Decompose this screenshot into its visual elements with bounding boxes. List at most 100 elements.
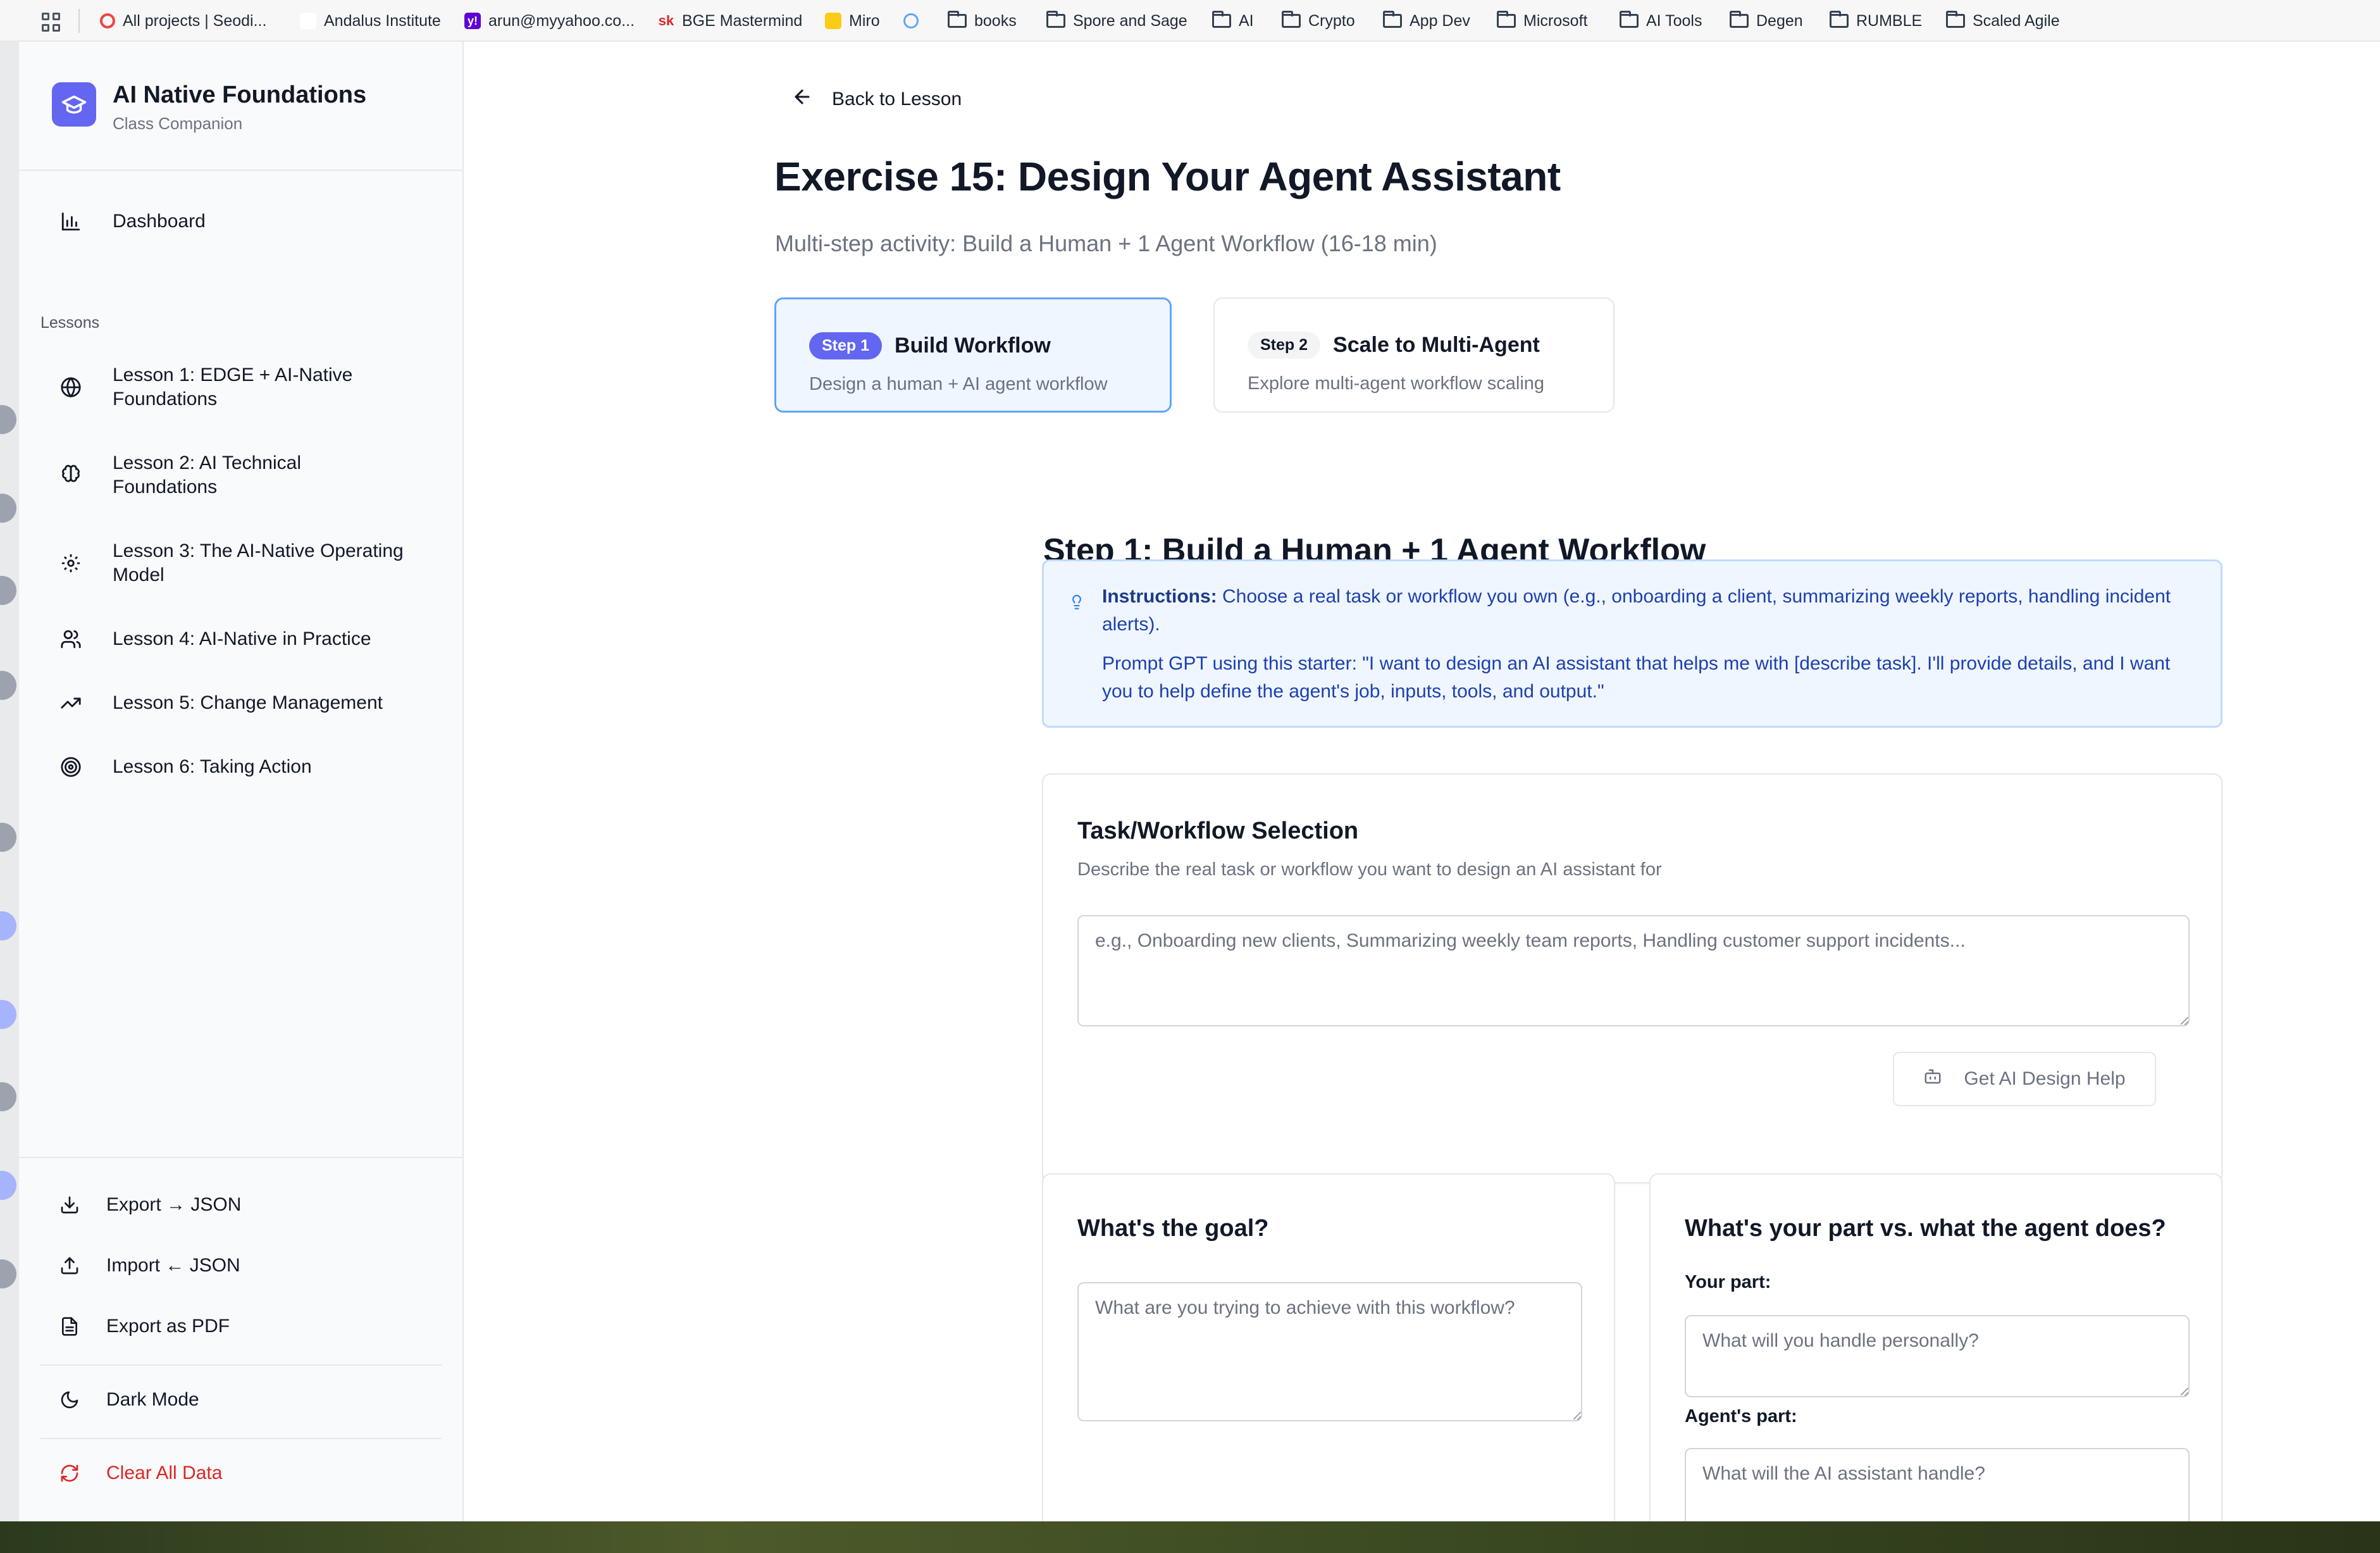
bookmarks-bar: All projects | Seodi... Andalus Institut… xyxy=(0,0,2380,42)
bookmark-seodity[interactable]: All projects | Seodi... xyxy=(100,5,266,37)
folder-icon xyxy=(1497,11,1516,28)
bookmark-label: AI xyxy=(1239,11,1254,30)
bookmark-folder-rumble[interactable]: RUMBLE xyxy=(1830,5,1922,37)
step-tab-1[interactable]: Step 1 Build Workflow Design a human + A… xyxy=(774,297,1172,413)
card-title: Task/Workflow Selection xyxy=(1077,818,1359,844)
bookmark-bge[interactable]: sk BGE Mastermind xyxy=(658,5,803,37)
miro-logo-icon xyxy=(825,13,841,29)
bookmark-label: Andalus Institute xyxy=(324,11,441,30)
bookmark-folder-crypto[interactable]: Crypto xyxy=(1282,5,1355,37)
goal-input[interactable] xyxy=(1077,1282,1582,1421)
bookmark-label: BGE Mastermind xyxy=(682,11,803,30)
sidebar-item-label: Lesson 5: Change Management xyxy=(113,692,383,713)
folder-icon xyxy=(1946,11,1965,28)
import-json-button[interactable]: Import ← JSON xyxy=(57,1253,240,1278)
sidebar-item-lesson-5[interactable]: Lesson 5: Change Management xyxy=(58,690,425,716)
export-json-button[interactable]: Export → JSON xyxy=(57,1192,241,1218)
step-description: Explore multi-agent workflow scaling xyxy=(1248,373,1545,394)
bookmark-andalus[interactable]: Andalus Institute xyxy=(300,5,441,37)
bookmark-miro[interactable]: Miro xyxy=(825,5,880,37)
sidebar-item-label: Lesson 2: AI Technical Foundations xyxy=(113,452,301,497)
download-icon xyxy=(57,1192,82,1218)
back-label: Back to Lesson xyxy=(832,89,962,109)
import-json-label: Import ← JSON xyxy=(106,1255,240,1276)
bookmark-folder-degen[interactable]: Degen xyxy=(1730,5,1803,37)
bookmark-label: books xyxy=(974,11,1017,30)
graduation-cap-icon xyxy=(52,82,96,127)
sidebar-item-lesson-6[interactable]: Lesson 6: Taking Action xyxy=(58,754,425,780)
bookmark-label: Microsoft xyxy=(1523,11,1588,30)
bookmark-label: Degen xyxy=(1756,11,1803,30)
bookmark-folder-aitools[interactable]: AI Tools xyxy=(1620,5,1702,37)
card-title: What's the goal? xyxy=(1077,1215,1269,1242)
file-text-icon xyxy=(57,1314,82,1339)
bookmark-label: All projects | Seodi... xyxy=(123,11,267,30)
step-name: Scale to Multi-Agent xyxy=(1333,333,1540,357)
your-part-input[interactable] xyxy=(1685,1315,2190,1397)
folder-icon xyxy=(1046,11,1065,28)
bookmark-label: Scaled Agile xyxy=(1973,11,2060,30)
your-part-label: Your part: xyxy=(1685,1272,1771,1292)
step-description: Design a human + AI agent workflow xyxy=(809,374,1108,394)
folder-icon xyxy=(1620,11,1639,28)
clear-data-label: Clear All Data xyxy=(106,1463,223,1483)
sidebar-item-label: Lesson 4: AI-Native in Practice xyxy=(113,628,371,649)
sidebar-item-lesson-1[interactable]: Lesson 1: EDGE + AI-Native Foundations xyxy=(58,363,425,411)
folder-icon xyxy=(1212,11,1231,28)
instructions-callout: Instructions: Choose a real task or work… xyxy=(1042,559,2222,728)
back-to-lesson-button[interactable]: Back to Lesson xyxy=(791,86,962,113)
bookmark-label: RUMBLE xyxy=(1856,11,1923,30)
andalus-logo-icon xyxy=(300,13,316,29)
bookmark-folder-scaled-agile[interactable]: Scaled Agile xyxy=(1946,5,2060,37)
moon-icon xyxy=(57,1387,82,1413)
sidebar-divider xyxy=(19,170,464,171)
task-workflow-input[interactable] xyxy=(1077,915,2190,1026)
get-ai-design-help-button[interactable]: Get AI Design Help xyxy=(1893,1052,2156,1106)
users-icon xyxy=(58,627,84,652)
step-badge: Step 2 xyxy=(1248,332,1321,359)
desktop-background xyxy=(0,1521,2380,1553)
sidebar-item-lesson-4[interactable]: Lesson 4: AI-Native in Practice xyxy=(58,627,425,652)
sidebar: AI Native Foundations Class Companion Da… xyxy=(19,42,464,1521)
export-pdf-button[interactable]: Export as PDF xyxy=(57,1314,230,1339)
task-workflow-card: Task/Workflow Selection Describe the rea… xyxy=(1042,773,2222,1183)
sidebar-item-label: Lesson 6: Taking Action xyxy=(113,756,312,777)
page-title: Exercise 15: Design Your Agent Assistant xyxy=(774,154,1561,199)
arrow-left-icon xyxy=(791,86,813,113)
folder-icon xyxy=(1730,11,1749,28)
agent-part-input[interactable] xyxy=(1685,1448,2190,1521)
bookmark-label: Miro xyxy=(849,11,880,30)
brand-subtitle: Class Companion xyxy=(113,114,243,133)
bookmark-folder-appdev[interactable]: App Dev xyxy=(1383,5,1470,37)
folder-icon xyxy=(1383,11,1402,28)
bookmark-folder-ai[interactable]: AI xyxy=(1212,5,1254,37)
sidebar-item-label: Lesson 1: EDGE + AI-Native Foundations xyxy=(113,365,353,409)
footer-divider xyxy=(40,1364,442,1366)
main-content: Back to Lesson Exercise 15: Design Your … xyxy=(464,42,2380,1521)
apps-grid-icon[interactable] xyxy=(42,13,61,32)
sidebar-item-lesson-3[interactable]: Lesson 3: The AI-Native Operating Model xyxy=(58,539,425,587)
clear-all-data-button[interactable]: Clear All Data xyxy=(57,1461,222,1486)
instructions-text: Instructions: Choose a real task or work… xyxy=(1102,583,2203,639)
app-window: AI Native Foundations Class Companion Da… xyxy=(19,42,2380,1521)
bookmark-label: Spore and Sage xyxy=(1073,11,1187,30)
footer-divider xyxy=(40,1438,442,1439)
sidebar-item-dashboard[interactable]: Dashboard xyxy=(58,209,206,234)
globe-icon xyxy=(58,375,84,400)
instructions-body: Choose a real task or workflow you own (… xyxy=(1102,586,2171,635)
step-header: Step 2 Scale to Multi-Agent xyxy=(1248,332,1540,359)
dark-mode-toggle[interactable]: Dark Mode xyxy=(57,1387,199,1413)
bookmark-folder-books[interactable]: books xyxy=(948,5,1017,37)
bookmark-folder-spore[interactable]: Spore and Sage xyxy=(1046,5,1187,37)
bookmarks-separator xyxy=(78,9,80,33)
background-window-sliver xyxy=(0,0,19,1521)
sidebar-item-lesson-2[interactable]: Lesson 2: AI Technical Foundations xyxy=(58,451,425,499)
sidebar-item-label: Lesson 3: The AI-Native Operating Model xyxy=(113,540,404,585)
bookmark-yahoo[interactable]: y! arun@myyahoo.co... xyxy=(464,5,635,37)
folder-icon xyxy=(1282,11,1301,28)
goal-card: What's the goal? xyxy=(1042,1173,1615,1521)
folder-icon xyxy=(948,11,967,28)
bookmark-link[interactable] xyxy=(903,5,919,37)
step-tab-2[interactable]: Step 2 Scale to Multi-Agent Explore mult… xyxy=(1213,297,1615,413)
bookmark-folder-microsoft[interactable]: Microsoft xyxy=(1497,5,1587,37)
